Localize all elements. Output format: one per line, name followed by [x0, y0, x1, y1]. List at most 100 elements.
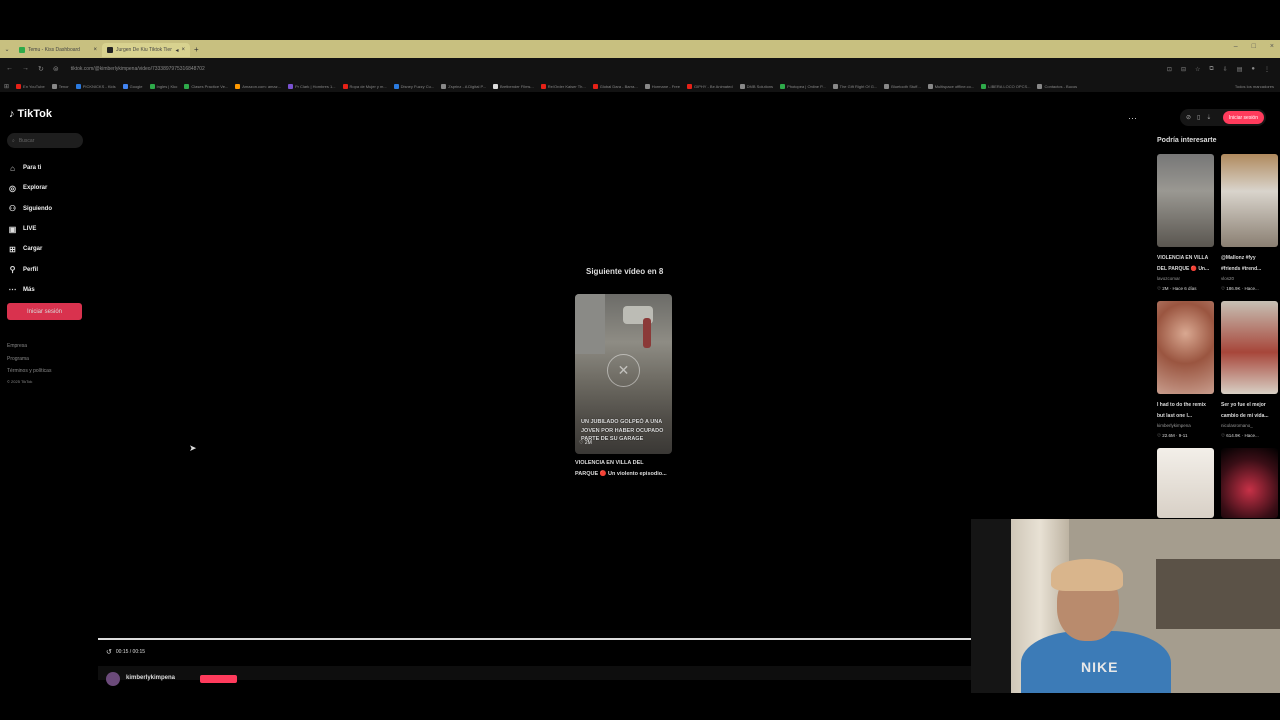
- bookmark-item[interactable]: Photopea | Online P...: [780, 83, 826, 89]
- bookmark-item[interactable]: PICKNICKS - Kids: [75, 83, 116, 89]
- close-window-icon[interactable]: ×: [1270, 43, 1274, 50]
- next-video-caption[interactable]: VIOLENCIA EN VILLA DEL PARQUE 🔴 Un viole…: [575, 458, 675, 480]
- device-icon[interactable]: ▯: [1197, 114, 1200, 121]
- tab-list-icon[interactable]: ⌄: [0, 46, 14, 53]
- recommendation-card[interactable]: VIOLENCIA EN VILLA DEL PARQUE 🔴 Un... lavo…: [1157, 154, 1214, 294]
- bookmark-item[interactable]: Multispace offline.co...: [927, 83, 974, 89]
- bookmark-item[interactable]: GIPHY - Be Animated: [686, 83, 733, 89]
- recommendation-card[interactable]: Ser yo fue el mejor cambio de mi vida... n…: [1221, 301, 1278, 441]
- bookmark-item[interactable]: Contactos - Bucos: [1037, 83, 1077, 89]
- sidebar-item-live[interactable]: ▣ LIVE: [8, 219, 52, 239]
- avatar[interactable]: [106, 672, 120, 686]
- bookmark-item[interactable]: En YouTube: [16, 83, 45, 89]
- minimize-icon[interactable]: –: [1234, 43, 1238, 50]
- close-tab-icon[interactable]: ×: [93, 47, 97, 53]
- recommendation-title: @Mallonz #fyy: [1221, 255, 1256, 261]
- logo-text: TikTok: [17, 108, 52, 120]
- thumb-scene: [643, 318, 651, 348]
- forward-icon[interactable]: →: [22, 65, 29, 73]
- follow-button[interactable]: [200, 675, 237, 683]
- maximize-icon[interactable]: □: [1252, 43, 1256, 50]
- bookmark-item[interactable]: Google: [122, 83, 143, 89]
- recommendation-thumbnail[interactable]: [1221, 154, 1278, 247]
- close-tab-icon[interactable]: ×: [181, 47, 185, 53]
- recommendation-user[interactable]: lavozcomar: [1157, 274, 1214, 284]
- bookmark-star-icon[interactable]: ☆: [1195, 66, 1200, 73]
- recommendation-thumbnail[interactable]: [1221, 448, 1278, 518]
- back-icon[interactable]: ←: [6, 65, 13, 73]
- cancel-autoplay-icon[interactable]: ✕: [607, 354, 640, 387]
- search-input[interactable]: ⌕ Buscar: [7, 133, 83, 148]
- browser-tab-temu[interactable]: Temu - Kiss Dashboard ×: [14, 43, 102, 57]
- sidebar-item-label: Siguiendo: [23, 205, 52, 212]
- footer-link-empresa[interactable]: Empresa: [7, 340, 51, 353]
- recommendation-stats: ♡ 2M · Hace 6 días: [1157, 286, 1197, 291]
- install-icon[interactable]: ⊡: [1167, 66, 1172, 73]
- download-app-icon[interactable]: ⇣: [1206, 114, 1211, 121]
- sidebar-item-explorar[interactable]: ◎ Explorar: [8, 178, 52, 198]
- bookmark-item[interactable]: The Gift Right Of G...: [832, 83, 877, 89]
- sidebar-item-siguiendo[interactable]: ⚇ Siguiendo: [8, 199, 52, 219]
- recommendation-thumbnail[interactable]: [1157, 448, 1214, 518]
- browser-tab-tiktok[interactable]: Jurgen De Kiu Tiktok Tienda ◂ ×: [102, 43, 190, 57]
- bookmark-item[interactable]: Hormane - Free: [644, 83, 680, 89]
- bookmark-item[interactable]: Pr Clark | Hombres 1...: [287, 83, 336, 89]
- replay-icon[interactable]: ↺: [106, 648, 112, 656]
- sidebar-item-cargar[interactable]: ⊞ Cargar: [8, 239, 52, 259]
- bookmark-item[interactable]: Clases Practice Ve...: [184, 83, 228, 89]
- tiktok-logo[interactable]: ♪ TikTok: [9, 108, 52, 120]
- reload-icon[interactable]: ↻: [38, 65, 44, 73]
- site-info-icon[interactable]: ⊜: [53, 65, 59, 73]
- url-field[interactable]: tiktok.com/@kimberlykimpena/video/733389…: [71, 66, 1167, 72]
- coins-icon[interactable]: ⊘: [1186, 114, 1191, 121]
- bookmark-item[interactable]: Zsprinz - A Digital P...: [441, 83, 486, 89]
- bookmark-favicon-icon: [235, 83, 241, 89]
- sidebar-item-perfil[interactable]: ⚲ Perfil: [8, 259, 52, 279]
- recommendation-thumbnail[interactable]: [1157, 301, 1214, 394]
- bookmark-item[interactable]: Bluetooth Stuff...: [884, 83, 921, 89]
- recommendation-card[interactable]: [1157, 448, 1214, 518]
- sidebar-item-más[interactable]: ⋯ Más: [8, 280, 52, 300]
- top-login-button[interactable]: Iniciar sesión: [1222, 111, 1264, 124]
- bookmark-item[interactable]: Tenor: [51, 83, 69, 89]
- recommendation-user[interactable]: nicolasromano_: [1221, 421, 1278, 431]
- recommendation-card[interactable]: I had to do the remix but last one I... ki…: [1157, 301, 1214, 441]
- sidebar-item-label: LIVE: [23, 226, 37, 233]
- download-icon[interactable]: ⇩: [1223, 66, 1228, 73]
- recommendation-card[interactable]: @Mallonz #fyy #friends #trend... vlos20 ♡ 1…: [1221, 154, 1278, 294]
- time-text: 00:15 / 00:15: [115, 649, 146, 655]
- bookmark-item[interactable]: Re/Order Kaiser Th...: [540, 83, 586, 89]
- extensions-icon[interactable]: ⧉: [1209, 66, 1213, 73]
- recommendation-user[interactable]: kimberlykimpena: [1157, 421, 1214, 431]
- recommendation-title: I had to do the remix: [1157, 402, 1206, 408]
- video-username[interactable]: kimberlykimpena: [126, 675, 175, 681]
- profile-avatar-icon[interactable]: ●: [1251, 66, 1255, 73]
- bookmark-item[interactable]: Ingles | Kko: [149, 83, 177, 89]
- bookmark-item[interactable]: Amazon.com: amaz...: [235, 83, 281, 89]
- recommendation-card[interactable]: [1221, 448, 1278, 518]
- recommendation-user[interactable]: vlos20: [1221, 274, 1278, 284]
- bookmark-item[interactable]: DMB Solutions: [739, 83, 773, 89]
- bookmark-item[interactable]: Ropa de Mujer y m...: [342, 83, 387, 89]
- footer-link-terminos[interactable]: Términos y políticas: [7, 365, 51, 378]
- bookmark-item[interactable]: Global Dara - Barra...: [592, 83, 638, 89]
- recommendation-thumbnail[interactable]: [1221, 301, 1278, 394]
- speaker-icon[interactable]: ◂: [175, 47, 178, 54]
- apps-grid-icon[interactable]: ⊞: [4, 83, 9, 90]
- next-video-thumbnail[interactable]: ✕ UN JUBILADO GOLPEÓ A UNA JOVEN POR HAB…: [575, 294, 672, 454]
- all-bookmarks[interactable]: Todos los marcadores: [1235, 84, 1274, 89]
- bookmark-item[interactable]: LIBERA LOCO OPCS...: [981, 83, 1030, 89]
- recommendation-thumbnail[interactable]: [1157, 154, 1214, 247]
- upload-icon: ⊞: [9, 244, 16, 254]
- bookmark-item[interactable]: Disney Fuzzy Cu...: [393, 83, 434, 89]
- footer-link-programa[interactable]: Programa: [7, 353, 51, 366]
- translate-icon[interactable]: ⊟: [1181, 66, 1186, 73]
- new-tab-icon[interactable]: +: [194, 45, 199, 54]
- video-progress-bar[interactable]: [98, 638, 972, 640]
- menu-icon[interactable]: ⋮: [1264, 66, 1270, 73]
- bookmark-item[interactable]: Bretbender Films...: [492, 83, 534, 89]
- sidebar-item-para-ti[interactable]: ⌂ Para ti: [8, 158, 52, 178]
- login-button[interactable]: Iniciar sesión: [7, 303, 82, 320]
- more-options-icon[interactable]: ⋯: [1128, 113, 1137, 124]
- sidebar-icon[interactable]: ▤: [1237, 66, 1243, 73]
